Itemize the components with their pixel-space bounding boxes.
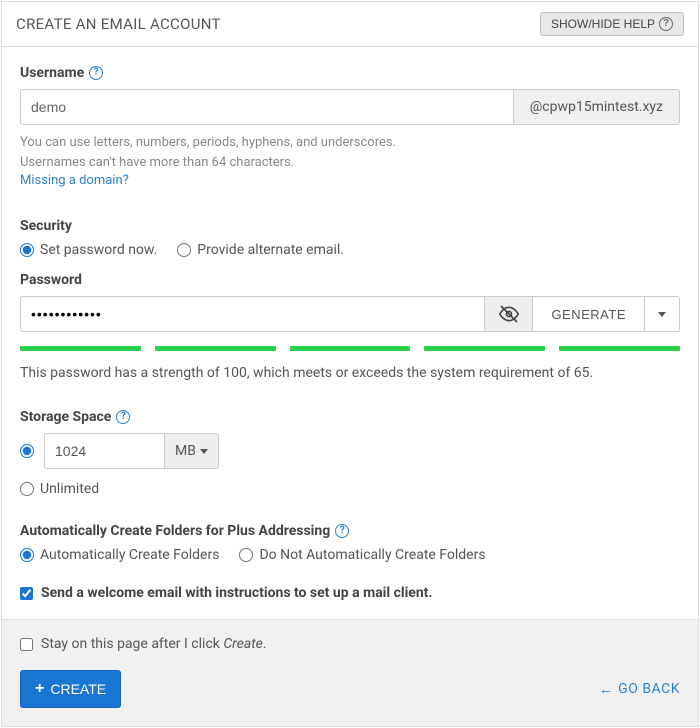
- create-button-label: CREATE: [50, 681, 106, 697]
- welcome-email-checkbox-row[interactable]: Send a welcome email with instructions t…: [20, 585, 680, 601]
- help-icon[interactable]: ?: [89, 66, 103, 80]
- help-icon: ?: [659, 17, 673, 31]
- generate-password-button[interactable]: GENERATE: [532, 296, 644, 332]
- arrow-left-icon: ←: [599, 680, 615, 698]
- radio-storage-unlimited[interactable]: Unlimited: [20, 481, 680, 497]
- welcome-email-checkbox[interactable]: [20, 587, 33, 600]
- storage-custom-row: MB: [20, 433, 680, 469]
- radio-storage-unlimited-input[interactable]: [20, 482, 34, 496]
- security-section: Security Set password now. Provide alter…: [20, 218, 680, 381]
- radio-set-password-now[interactable]: Set password now.: [20, 242, 157, 258]
- radio-set-password-now-label: Set password now.: [40, 242, 157, 258]
- help-icon[interactable]: ?: [335, 524, 349, 538]
- username-label-row: Username ?: [20, 65, 680, 81]
- stay-prefix: Stay on this page after I click: [41, 636, 223, 652]
- stay-on-page-row[interactable]: Stay on this page after I click Create.: [20, 636, 680, 652]
- plus-addressing-section: Automatically Create Folders for Plus Ad…: [20, 523, 680, 563]
- password-strength-meter: [20, 346, 680, 351]
- go-back-link[interactable]: ← GO BACK: [599, 680, 680, 698]
- plus-addressing-label-row: Automatically Create Folders for Plus Ad…: [20, 523, 680, 539]
- create-email-panel: CREATE AN EMAIL ACCOUNT SHOW/HIDE HELP ?…: [1, 1, 699, 727]
- radio-alternate-email[interactable]: Provide alternate email.: [177, 242, 344, 258]
- stay-suffix: .: [263, 636, 267, 652]
- toggle-help-label: SHOW/HIDE HELP: [551, 17, 655, 31]
- security-radio-row: Set password now. Provide alternate emai…: [20, 242, 680, 258]
- strength-segment: [290, 346, 411, 351]
- panel-header: CREATE AN EMAIL ACCOUNT SHOW/HIDE HELP ?: [2, 2, 698, 47]
- radio-alternate-email-label: Provide alternate email.: [197, 242, 344, 258]
- strength-segment: [424, 346, 545, 351]
- stay-on-page-checkbox[interactable]: [20, 638, 33, 651]
- stay-em: Create: [223, 636, 263, 652]
- password-label: Password: [20, 272, 680, 288]
- radio-set-password-now-input[interactable]: [20, 243, 34, 257]
- username-input-group: @cpwp15mintest.xyz: [20, 89, 680, 125]
- password-strength-text: This password has a strength of 100, whi…: [20, 365, 680, 381]
- username-hint2: Usernames can't have more than 64 charac…: [20, 153, 680, 173]
- radio-auto-create-folders-label: Automatically Create Folders: [40, 547, 219, 563]
- plus-addressing-radio-row: Automatically Create Folders Do Not Auto…: [20, 547, 680, 563]
- storage-unit-dropdown[interactable]: MB: [164, 433, 219, 469]
- radio-auto-create-folders[interactable]: Automatically Create Folders: [20, 547, 219, 563]
- chevron-down-icon: [200, 449, 208, 454]
- help-icon[interactable]: ?: [116, 410, 130, 424]
- storage-unit-label: MB: [175, 443, 196, 459]
- storage-value-input[interactable]: [44, 433, 164, 469]
- welcome-email-section: Send a welcome email with instructions t…: [20, 585, 680, 601]
- panel-title: CREATE AN EMAIL ACCOUNT: [16, 15, 221, 33]
- storage-label: Storage Space: [20, 409, 111, 425]
- username-input[interactable]: [20, 89, 514, 125]
- strength-segment: [155, 346, 276, 351]
- storage-section: Storage Space ? MB Unlimited: [20, 409, 680, 497]
- security-label: Security: [20, 218, 680, 234]
- radio-no-auto-create-folders-label: Do Not Automatically Create Folders: [259, 547, 485, 563]
- plus-addressing-label: Automatically Create Folders for Plus Ad…: [20, 523, 330, 539]
- panel-footer: Stay on this page after I click Create. …: [2, 619, 698, 726]
- footer-actions: + CREATE ← GO BACK: [20, 670, 680, 708]
- username-label: Username: [20, 65, 84, 81]
- missing-domain-link[interactable]: Missing a domain?: [20, 173, 129, 188]
- radio-alternate-email-input[interactable]: [177, 243, 191, 257]
- radio-storage-custom[interactable]: [20, 444, 34, 458]
- toggle-help-button[interactable]: SHOW/HIDE HELP ?: [540, 12, 684, 36]
- go-back-label: GO BACK: [618, 681, 680, 697]
- radio-no-auto-create-folders-input[interactable]: [239, 548, 253, 562]
- domain-addon: @cpwp15mintest.xyz: [514, 89, 680, 125]
- storage-label-row: Storage Space ?: [20, 409, 680, 425]
- username-hint1: You can use letters, numbers, periods, h…: [20, 133, 680, 153]
- plus-icon: +: [35, 681, 44, 697]
- welcome-email-label: Send a welcome email with instructions t…: [41, 585, 432, 601]
- radio-auto-create-folders-input[interactable]: [20, 548, 34, 562]
- radio-storage-unlimited-label: Unlimited: [40, 481, 99, 497]
- create-button[interactable]: + CREATE: [20, 670, 121, 708]
- eye-off-icon: [499, 304, 519, 324]
- strength-segment: [20, 346, 141, 351]
- panel-body: Username ? @cpwp15mintest.xyz You can us…: [2, 47, 698, 601]
- stay-on-page-label: Stay on this page after I click Create.: [41, 636, 267, 652]
- toggle-password-visibility-button[interactable]: [484, 296, 532, 332]
- chevron-down-icon: [658, 312, 666, 317]
- strength-segment: [559, 346, 680, 351]
- password-input-group: GENERATE: [20, 296, 680, 332]
- password-input[interactable]: [20, 296, 484, 332]
- username-section: Username ? @cpwp15mintest.xyz You can us…: [20, 65, 680, 188]
- generate-password-dropdown[interactable]: [644, 296, 680, 332]
- radio-no-auto-create-folders[interactable]: Do Not Automatically Create Folders: [239, 547, 485, 563]
